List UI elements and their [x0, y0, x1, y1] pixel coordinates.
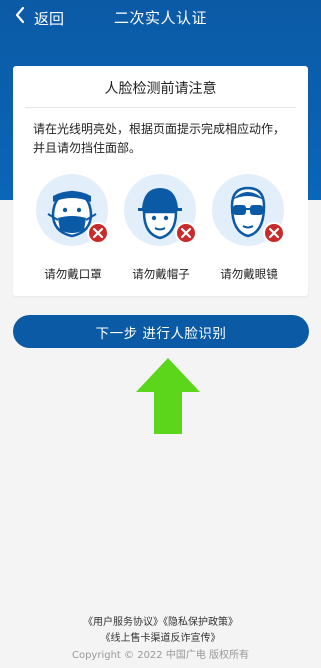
prohibited-icon — [87, 222, 109, 244]
tip-no-glasses: 请勿戴眼镜 — [207, 174, 291, 284]
header-bar: 返回 二次实人认证 — [0, 0, 321, 36]
user-agreement-link[interactable]: 《用户服务协议》 — [83, 617, 163, 628]
card-description: 请在光线明亮处，根据页面提示完成相应动作，并且请勿挡住面部。 — [33, 122, 286, 155]
anti-fraud-link[interactable]: 《线上售卡渠道反诈宣传》 — [101, 633, 221, 644]
footer-links: 《用户服务协议》《隐私保护政策》 《线上售卡渠道反诈宣传》 — [0, 615, 321, 647]
tip-no-mask: 请勿戴口罩 — [31, 174, 115, 284]
tip-label: 请勿戴帽子 — [132, 267, 190, 281]
tip-no-cap: 请勿戴帽子 — [119, 174, 203, 284]
tips-row: 请勿戴口罩 请勿戴帽子 请勿戴眼镜 — [13, 174, 308, 284]
prohibited-icon — [175, 222, 197, 244]
next-step-button[interactable]: 下一步 进行人脸识别 — [13, 315, 309, 348]
card-title: 人脸检测前请注意 — [104, 81, 217, 97]
tip-label: 请勿戴眼镜 — [220, 267, 278, 281]
tip-label: 请勿戴口罩 — [44, 267, 102, 281]
copyright-text: Copyright © 2022 中国广电 版权所有 — [71, 650, 250, 661]
prohibited-icon — [263, 222, 285, 244]
divider — [25, 107, 296, 108]
privacy-policy-link[interactable]: 《隐私保护政策》 — [163, 617, 238, 628]
page-title: 二次实人认证 — [113, 9, 207, 27]
green-up-arrow-icon — [136, 358, 200, 434]
notice-card: 人脸检测前请注意 请在光线明亮处，根据页面提示完成相应动作，并且请勿挡住面部。 … — [13, 66, 308, 296]
